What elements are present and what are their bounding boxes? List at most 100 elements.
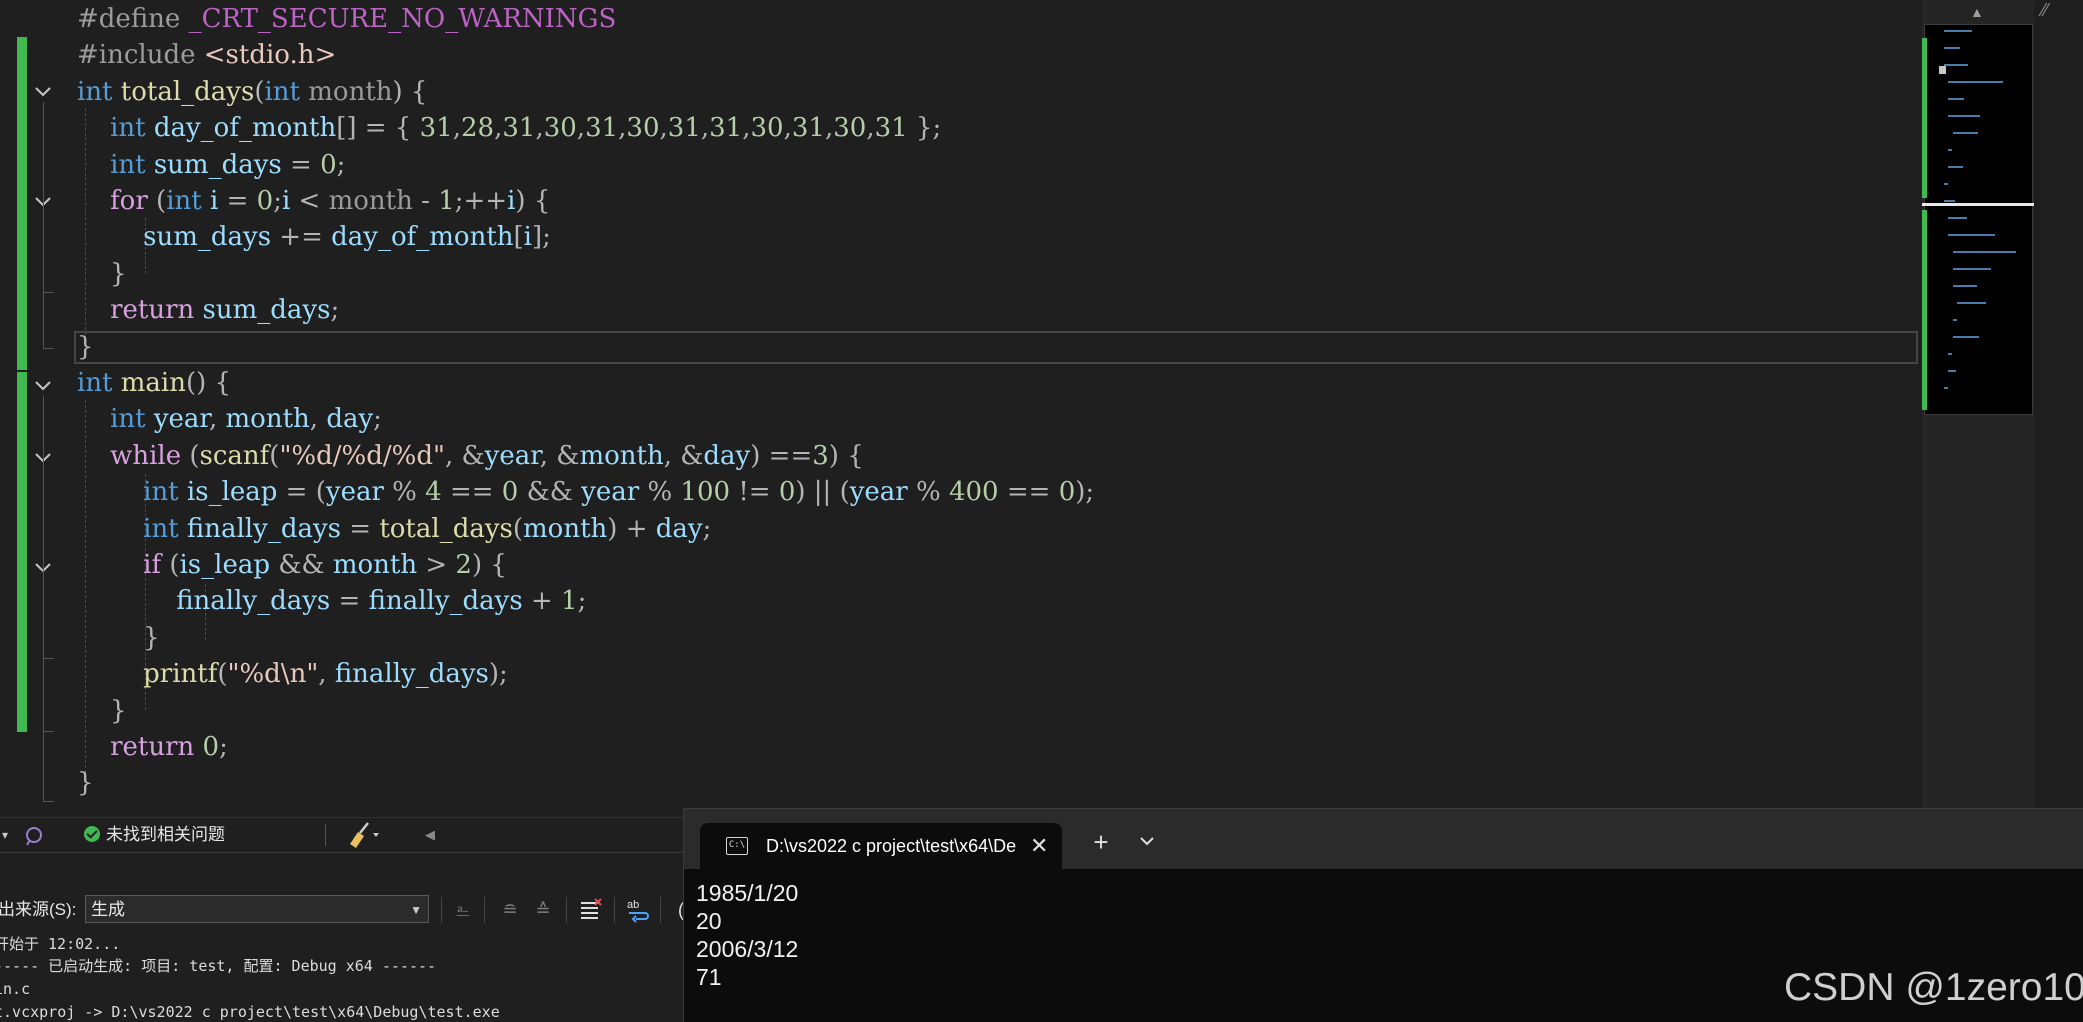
code-line[interactable]: int total_days(int month) { bbox=[77, 74, 427, 110]
code-token: month bbox=[332, 550, 418, 580]
code-editor[interactable]: #define _CRT_SECURE_NO_WARNINGS #include … bbox=[0, 0, 1922, 808]
copilot-icon[interactable] bbox=[24, 818, 44, 852]
code-line[interactable]: if (is_leap && month > 2) { bbox=[77, 547, 507, 583]
code-token: while bbox=[110, 440, 190, 471]
code-token: ) + bbox=[607, 513, 656, 544]
code-token: month bbox=[308, 76, 393, 107]
dropdown-caret-icon[interactable]: ▾ bbox=[2, 818, 8, 852]
code-token: , bbox=[824, 113, 834, 144]
code-token: return bbox=[110, 732, 203, 762]
code-token: % bbox=[639, 477, 681, 508]
code-token: ( bbox=[156, 186, 167, 216]
code-token: 0 bbox=[320, 149, 337, 180]
code-line[interactable]: } bbox=[77, 693, 127, 729]
code-line[interactable]: return 0; bbox=[77, 729, 228, 765]
fold-chevron-icon[interactable] bbox=[34, 376, 52, 394]
code-token: ; bbox=[330, 295, 340, 326]
code-line[interactable]: int is_leap = (year % 4 == 0 && year % 1… bbox=[77, 474, 1094, 510]
code-token: < bbox=[290, 186, 329, 216]
code-token: }; bbox=[907, 113, 942, 144]
close-icon[interactable]: ✕ bbox=[1030, 823, 1048, 869]
minimap-code-line bbox=[1944, 183, 1948, 185]
code-token: = bbox=[218, 186, 257, 216]
code-token: [ bbox=[513, 222, 524, 253]
chevron-down-icon[interactable] bbox=[1130, 825, 1164, 859]
terminal-tab-title: D:\vs2022 c project\test\x64\Debug\test.… bbox=[766, 836, 1016, 856]
toolbar-separator bbox=[441, 897, 442, 923]
minimap-code-line bbox=[1944, 30, 1972, 32]
scroll-up-arrow-icon[interactable]: ▲ bbox=[1970, 4, 1984, 20]
minimap-viewport-indicator[interactable] bbox=[1922, 203, 2034, 206]
code-token: day_of_month bbox=[331, 222, 514, 253]
code-line[interactable]: int year, month, day; bbox=[77, 401, 382, 437]
code-line[interactable]: return sum_days; bbox=[77, 292, 339, 328]
code-line[interactable]: while (scanf("%d/%d/%d", &year, &month, … bbox=[77, 438, 864, 474]
code-token: month bbox=[225, 404, 310, 435]
code-line[interactable]: printf("%d\n", finally_days); bbox=[77, 656, 508, 692]
code-line[interactable]: } bbox=[77, 256, 127, 292]
code-minimap[interactable]: ▲ bbox=[1922, 0, 2034, 808]
scroll-left-arrow-icon[interactable]: ◀ bbox=[425, 818, 435, 852]
toolbar-separator bbox=[614, 897, 615, 923]
code-token: 31 bbox=[585, 113, 619, 144]
scope-bracket bbox=[43, 578, 54, 659]
code-line[interactable]: int main() { bbox=[77, 365, 231, 401]
go-next-message-icon[interactable]: ≙ bbox=[530, 897, 556, 923]
vertical-scrollbar[interactable]: ⁄⁄ bbox=[2034, 0, 2083, 808]
code-line[interactable]: for (int i = 0;i < month - 1;++i) { bbox=[77, 183, 550, 219]
code-line[interactable]: sum_days += day_of_month[i]; bbox=[77, 219, 551, 255]
terminal-output-line: 20 bbox=[696, 908, 722, 934]
code-line[interactable]: finally_days = finally_days + 1; bbox=[77, 583, 586, 619]
new-tab-button[interactable]: + bbox=[1084, 825, 1118, 859]
output-toolbar: 出来源(S): 生成 ▼ ⎁ ≘ ≙ ab ( bbox=[0, 889, 683, 931]
code-token: int bbox=[77, 76, 121, 107]
code-line[interactable]: int day_of_month[] = { 31,28,31,30,31,30… bbox=[77, 110, 941, 146]
code-line[interactable]: } bbox=[77, 329, 94, 365]
output-log-line: 开始于 12:02... bbox=[0, 935, 121, 953]
code-token: , & bbox=[663, 440, 704, 471]
code-line[interactable]: } bbox=[77, 765, 94, 801]
find-message-icon[interactable]: ⎁ bbox=[450, 897, 476, 923]
go-previous-message-icon[interactable]: ≘ bbox=[497, 897, 523, 923]
code-line[interactable]: #define _CRT_SECURE_NO_WARNINGS bbox=[77, 1, 616, 37]
code-token: for bbox=[110, 186, 157, 216]
word-wrap-icon[interactable]: ab bbox=[626, 897, 652, 923]
code-token: = bbox=[281, 149, 321, 180]
output-source-select[interactable]: 生成 ▼ bbox=[85, 895, 429, 923]
no-issues-indicator[interactable]: 未找到相关问题 bbox=[84, 818, 225, 852]
code-token: 0 bbox=[501, 477, 519, 508]
code-token: } bbox=[77, 331, 94, 362]
code-token: } bbox=[77, 768, 94, 799]
code-token: #define bbox=[77, 4, 189, 34]
code-token: year bbox=[153, 404, 209, 435]
code-line[interactable]: int sum_days = 0; bbox=[77, 147, 345, 183]
minimap-code-line bbox=[1952, 319, 1957, 321]
code-token: ) { bbox=[828, 440, 864, 471]
code-token: ) { bbox=[392, 76, 428, 107]
code-token: , bbox=[866, 113, 875, 144]
code-line[interactable]: #include <stdio.h> bbox=[77, 37, 336, 73]
code-token: ; bbox=[702, 513, 712, 544]
current-line-highlight bbox=[74, 331, 1918, 364]
code-token: finally_days bbox=[186, 513, 341, 544]
code-token: ) || ( bbox=[795, 477, 850, 508]
code-token: , bbox=[452, 113, 461, 144]
code-token: year bbox=[581, 477, 640, 508]
terminal-tab[interactable]: C:\ D:\vs2022 c project\test\x64\Debug\t… bbox=[700, 823, 1062, 869]
output-source-value: 生成 bbox=[91, 900, 125, 919]
code-token: , bbox=[535, 113, 544, 144]
fold-chevron-icon[interactable] bbox=[34, 82, 52, 100]
code-token: ) == bbox=[750, 440, 813, 471]
code-line[interactable]: int finally_days = total_days(month) + d… bbox=[77, 511, 711, 547]
code-token: day bbox=[655, 513, 703, 544]
output-log-line: in.c bbox=[0, 980, 31, 998]
code-cleanup-broom-icon[interactable] bbox=[346, 818, 382, 852]
minimap-code-line bbox=[1948, 370, 1957, 372]
code-line[interactable]: } bbox=[77, 620, 160, 656]
clear-all-icon[interactable] bbox=[578, 897, 604, 923]
code-token: month bbox=[523, 513, 608, 544]
code-token: year bbox=[484, 440, 540, 471]
more-icon[interactable]: ( bbox=[668, 897, 683, 923]
